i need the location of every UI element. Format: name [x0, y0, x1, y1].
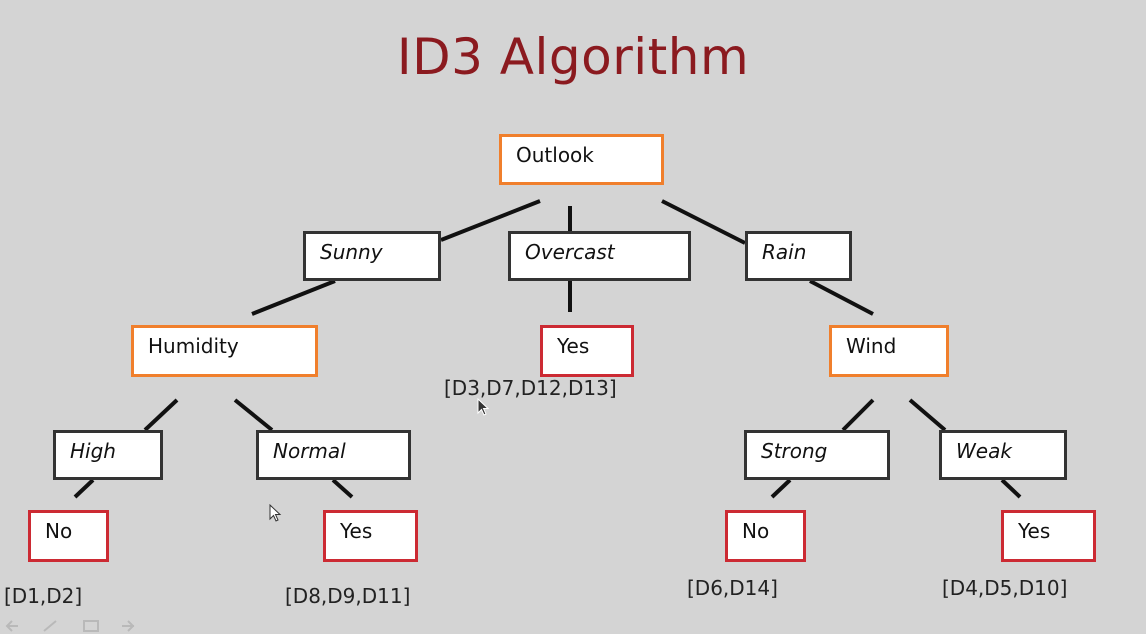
node-overcast: Overcast	[508, 231, 691, 281]
node-outlook: Outlook	[499, 134, 664, 185]
node-high-no: No	[28, 510, 109, 562]
edge-wind-strong	[841, 398, 875, 432]
node-normal-yes: Yes	[323, 510, 418, 562]
edge-sunny-humidity	[251, 279, 336, 316]
edge-rain-wind	[809, 279, 874, 316]
node-weak-yes: Yes	[1001, 510, 1096, 562]
node-rain: Rain	[745, 231, 852, 281]
mouse-pointer-icon	[269, 504, 282, 522]
edge-high-no	[73, 478, 95, 499]
node-high: High	[53, 430, 163, 480]
edge-weak-yes	[1000, 478, 1022, 499]
edge-strong-no	[770, 478, 792, 499]
node-wind: Wind	[829, 325, 949, 377]
mouse-pointer-icon	[477, 398, 489, 416]
dataset-normal: [D8,D9,D11]	[285, 584, 411, 608]
dataset-weak: [D4,D5,D10]	[942, 576, 1068, 600]
edge-humidity-high	[143, 398, 179, 432]
node-sunny: Sunny	[303, 231, 441, 281]
edge-normal-yes	[331, 478, 354, 499]
node-humidity: Humidity	[131, 325, 318, 377]
slide-controls	[5, 620, 135, 632]
node-strong-no: No	[725, 510, 806, 562]
dataset-strong: [D6,D14]	[687, 576, 778, 600]
node-overcast-yes: Yes	[540, 325, 634, 377]
node-weak: Weak	[939, 430, 1067, 480]
node-strong: Strong	[744, 430, 890, 480]
node-normal: Normal	[256, 430, 411, 480]
dataset-high: [D1,D2]	[4, 584, 83, 608]
edge-wind-weak	[908, 398, 947, 432]
tree-edges	[73, 199, 1022, 499]
dataset-overcast: [D3,D7,D12,D13]	[444, 376, 617, 400]
slide: ID3 Algorithm Outlook Sunny Overcast Rai…	[0, 0, 1146, 634]
edge-humidity-normal	[233, 398, 274, 432]
